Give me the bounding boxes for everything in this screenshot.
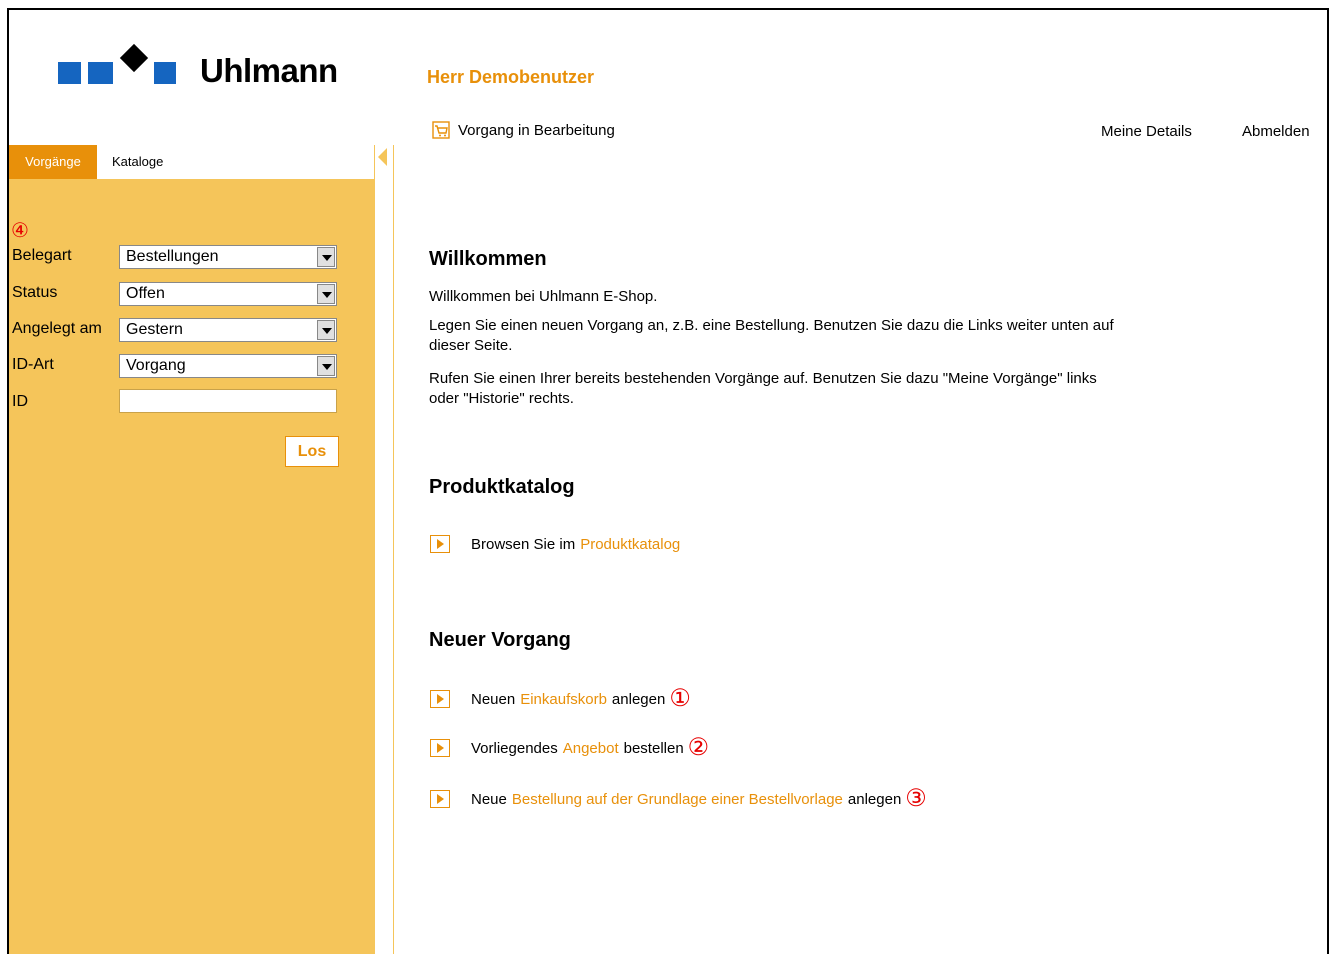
arrow-right-icon[interactable] [430, 535, 450, 553]
item-suffix: anlegen [847, 790, 902, 808]
belegart-label: Belegart [12, 247, 72, 264]
chevron-down-icon[interactable] [317, 356, 335, 376]
idart-value: Vorgang [126, 357, 186, 374]
angelegt-label: Angelegt am [12, 320, 102, 337]
catalog-title: Produktkatalog [429, 476, 575, 498]
tab-vorgaenge[interactable]: Vorgänge [9, 145, 97, 179]
welcome-text-2: Legen Sie einen neuen Vorgang an, z.B. e… [429, 317, 1114, 354]
annotation-marker-3: ③ [905, 785, 927, 812]
sidebar-tabbar: Vorgänge Kataloge [9, 145, 375, 179]
welcome-text-1: Willkommen bei Uhlmann E-Shop. [429, 288, 658, 305]
catalog-prefix: Browsen Sie im [471, 535, 576, 553]
catalog-row: Browsen Sie im Produktkatalog [430, 535, 680, 553]
go-button[interactable]: Los [285, 436, 339, 467]
collapse-arrow-icon[interactable] [378, 148, 387, 166]
user-name: Herr Demobenutzer [427, 67, 595, 87]
shopping-cart-icon [432, 121, 450, 139]
sidebar-collapse-strip[interactable] [374, 145, 394, 954]
item-prefix: Vorliegendes [471, 739, 558, 757]
id-input[interactable] [119, 389, 337, 413]
quote-link[interactable]: Angebot [563, 740, 619, 757]
logout-link[interactable]: Abmelden [1242, 123, 1310, 140]
chevron-down-icon[interactable] [317, 247, 335, 267]
annotation-marker-1: ① [669, 685, 691, 712]
id-label: ID [12, 393, 28, 410]
arrow-right-icon[interactable] [430, 690, 450, 708]
current-process-link[interactable]: Vorgang in Bearbeitung [432, 121, 615, 139]
logo-square-icon [58, 62, 81, 84]
chevron-down-icon[interactable] [317, 320, 335, 340]
annotation-marker-4: ④ [11, 220, 29, 242]
belegart-select[interactable]: Bestellungen [119, 245, 337, 269]
arrow-right-icon[interactable] [430, 790, 450, 808]
idart-select[interactable]: Vorgang [119, 354, 337, 378]
new-process-item: Neuen Einkaufskorb anlegen ① [430, 687, 691, 711]
idart-label: ID-Art [12, 356, 54, 373]
annotation-marker-2: ② [687, 734, 710, 761]
order-template-link[interactable]: Bestellung auf der Grundlage einer Beste… [512, 791, 843, 808]
tab-kataloge[interactable]: Kataloge [112, 145, 163, 179]
status-label: Status [12, 284, 58, 301]
catalog-link[interactable]: Produktkatalog [580, 536, 680, 553]
shopping-cart-link[interactable]: Einkaufskorb [520, 691, 607, 708]
item-prefix: Neue [471, 790, 507, 808]
welcome-text-3: Rufen Sie einen Ihrer bereits bestehende… [429, 370, 1097, 407]
belegart-value: Bestellungen [126, 248, 219, 265]
item-prefix: Neuen [471, 690, 516, 708]
logo-text: Uhlmann [200, 52, 338, 89]
angelegt-select[interactable]: Gestern [119, 318, 337, 342]
logo-square-icon [154, 62, 176, 84]
current-process-label: Vorgang in Bearbeitung [458, 121, 615, 139]
welcome-title: Willkommen [429, 248, 547, 270]
new-process-item: Neue Bestellung auf der Grundlage einer … [430, 787, 927, 811]
status-value: Offen [126, 285, 165, 302]
my-details-link[interactable]: Meine Details [1101, 123, 1192, 140]
item-suffix: bestellen [623, 739, 684, 757]
status-select[interactable]: Offen [119, 282, 337, 306]
chevron-down-icon[interactable] [317, 284, 335, 304]
arrow-right-icon[interactable] [430, 739, 450, 757]
item-suffix: anlegen [611, 690, 666, 708]
new-process-item: Vorliegendes Angebot bestellen ② [430, 736, 709, 760]
angelegt-value: Gestern [126, 321, 183, 338]
logo-square-icon [88, 62, 113, 84]
new-process-title: Neuer Vorgang [429, 629, 571, 651]
